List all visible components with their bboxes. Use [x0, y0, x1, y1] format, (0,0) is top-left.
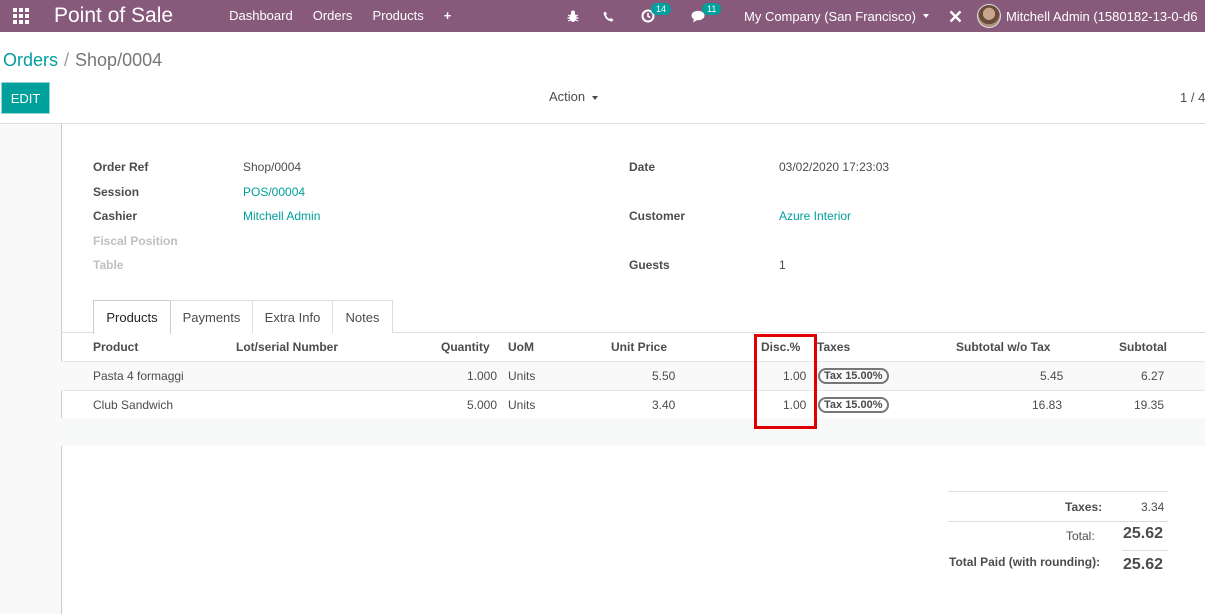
app-title[interactable]: Point of Sale: [54, 4, 173, 28]
header-lot[interactable]: Lot/serial Number: [236, 340, 338, 354]
total-paid-label: Total Paid (with rounding):: [949, 555, 1101, 569]
session-label: Session: [93, 185, 140, 199]
main-menu: Dashboard Orders Products +: [219, 0, 461, 32]
activity-badge: 14: [651, 3, 672, 15]
header-subtotal[interactable]: Subtotal: [1119, 340, 1167, 354]
close-icon[interactable]: [935, 0, 977, 32]
empty-row: [61, 418, 1205, 446]
activity-icon[interactable]: 14: [630, 0, 680, 32]
breadcrumb-current: Shop/0004: [75, 50, 163, 70]
divider: [1122, 550, 1168, 551]
tab-extra-info[interactable]: Extra Info: [252, 300, 333, 333]
cell-subtotal: 19.35: [1134, 398, 1165, 412]
cell-uom: Units: [508, 398, 536, 412]
cell-uom: Units: [508, 369, 536, 383]
menu-dashboard[interactable]: Dashboard: [219, 0, 303, 32]
phone-icon[interactable]: [586, 0, 630, 32]
chevron-down-icon: [592, 95, 599, 100]
customer-link[interactable]: Azure Interior: [779, 209, 851, 223]
tax-tag: Tax 15.00%: [818, 368, 889, 384]
user-name: Mitchell Admin (1580182-13-0-d6: [1005, 8, 1198, 24]
tab-payments[interactable]: Payments: [170, 300, 253, 333]
cell-quantity: 5.000: [467, 398, 498, 412]
menu-orders[interactable]: Orders: [303, 0, 363, 32]
bug-icon[interactable]: [560, 0, 586, 32]
company-switcher[interactable]: My Company (San Francisco): [744, 9, 929, 24]
chevron-down-icon: [922, 14, 929, 18]
table-row[interactable]: [61, 362, 1205, 390]
taxes-label: Taxes:: [1065, 500, 1103, 514]
menu-products[interactable]: Products: [362, 0, 433, 32]
header-uom[interactable]: UoM: [508, 340, 534, 354]
taxes-value: 3.34: [1141, 500, 1165, 514]
cell-unit-price: 5.50: [652, 369, 676, 383]
discount-highlight-box: [754, 334, 817, 429]
order-ref-label: Order Ref: [93, 160, 149, 174]
breadcrumb-orders[interactable]: Orders: [3, 50, 58, 70]
date-label: Date: [629, 160, 656, 174]
tax-tag: Tax 15.00%: [818, 397, 889, 413]
cell-subtotal-wo-tax: 5.45: [1040, 369, 1064, 383]
cashier-link[interactable]: Mitchell Admin: [243, 209, 320, 223]
breadcrumb: Orders / Shop/0004: [3, 50, 162, 71]
apps-menu-icon[interactable]: [0, 0, 42, 32]
company-name: My Company (San Francisco): [744, 8, 916, 24]
table-label: Table: [93, 258, 124, 272]
session-link[interactable]: POS/00004: [243, 185, 305, 199]
top-navbar: Point of Sale Dashboard Orders Products …: [0, 0, 1205, 32]
action-label: Action: [549, 89, 586, 104]
header-subtotal-wo-tax[interactable]: Subtotal w/o Tax: [956, 340, 1050, 354]
action-dropdown[interactable]: Action: [549, 89, 599, 104]
total-value: 25.62: [1123, 525, 1164, 542]
order-ref-value: Shop/0004: [243, 160, 302, 174]
cell-subtotal: 6.27: [1141, 369, 1165, 383]
tab-products[interactable]: Products: [93, 300, 171, 334]
cell-quantity: 1.000: [467, 369, 498, 383]
user-menu[interactable]: Mitchell Admin (1580182-13-0-d6: [976, 0, 1198, 32]
guests-value: 1: [779, 258, 786, 272]
pager[interactable]: 1 / 4: [1180, 90, 1205, 105]
systray: 14 11 My Company (San Francisco) Mitchel…: [560, 0, 1197, 32]
fiscal-position-label: Fiscal Position: [93, 234, 178, 248]
cell-product: Pasta 4 formaggi: [93, 369, 184, 383]
plus-icon[interactable]: +: [434, 0, 462, 32]
cashier-label: Cashier: [93, 209, 138, 223]
cell-product: Club Sandwich: [93, 398, 174, 412]
divider: [948, 521, 1168, 522]
customer-label: Customer: [629, 209, 686, 223]
divider: [948, 491, 1168, 492]
messages-icon[interactable]: 11: [680, 0, 732, 32]
cell-subtotal-wo-tax: 16.83: [1032, 398, 1063, 412]
header-taxes[interactable]: Taxes: [817, 340, 850, 354]
date-value: 03/02/2020 17:23:03: [779, 160, 890, 174]
total-paid-value: 25.62: [1123, 556, 1164, 573]
divider: [61, 390, 1205, 391]
breadcrumb-separator: /: [64, 50, 70, 70]
total-label: Total:: [1066, 529, 1095, 543]
guests-label: Guests: [629, 258, 670, 272]
avatar: [976, 4, 1001, 28]
header-product[interactable]: Product: [93, 340, 138, 354]
messages-badge: 11: [702, 3, 722, 15]
cell-unit-price: 3.40: [652, 398, 676, 412]
header-unit-price[interactable]: Unit Price: [611, 340, 667, 354]
tab-notes[interactable]: Notes: [332, 300, 393, 333]
edit-button[interactable]: EDIT: [1, 82, 50, 114]
header-quantity[interactable]: Quantity: [441, 340, 490, 354]
